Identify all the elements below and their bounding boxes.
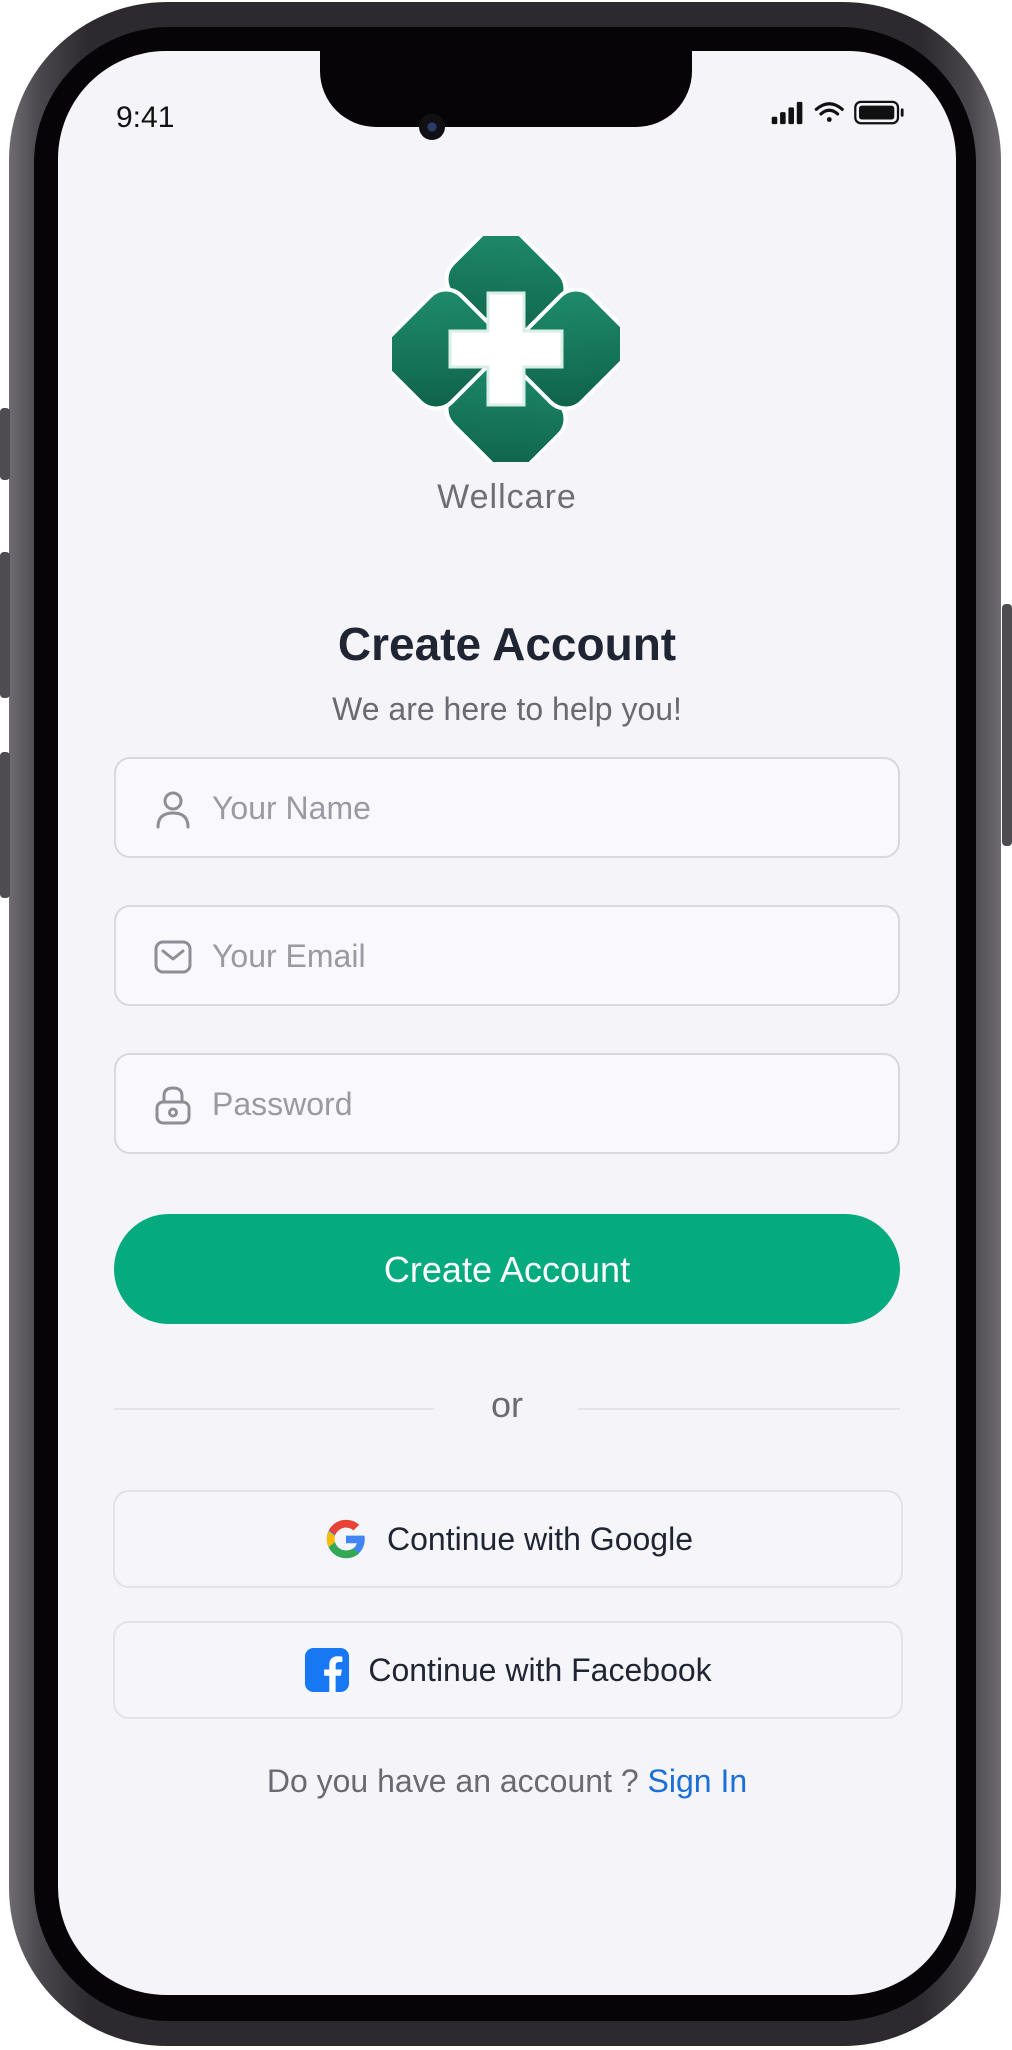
password-field[interactable] [114, 1053, 900, 1154]
page-title: Create Account [337, 618, 677, 670]
mail-icon [154, 940, 192, 974]
status-icons [771, 100, 904, 125]
signal-icon [771, 101, 803, 125]
name-input[interactable] [210, 759, 874, 858]
person-icon [156, 791, 190, 829]
silent-switch [0, 408, 10, 480]
email-field[interactable] [114, 905, 900, 1006]
wifi-icon [814, 102, 844, 122]
sign-in-link[interactable]: Sign In [648, 1763, 748, 1799]
volume-down-button [0, 752, 10, 898]
continue-with-facebook-button[interactable]: Continue with Facebook [113, 1621, 903, 1719]
google-icon [326, 1519, 365, 1559]
facebook-icon [305, 1647, 350, 1693]
notch [320, 51, 692, 127]
page-subtitle: We are here to help you! [332, 691, 682, 727]
wellcare-logo [392, 236, 620, 462]
front-camera [419, 114, 445, 140]
brand-name: Wellcare [437, 478, 577, 516]
create-account-button[interactable]: Create Account [114, 1214, 900, 1324]
name-field[interactable] [114, 757, 900, 858]
google-button-label: Continue with Google [387, 1520, 693, 1557]
password-input[interactable] [210, 1055, 874, 1154]
sign-in-prompt-text: Do you have an account ? [266, 1763, 639, 1799]
continue-with-google-button[interactable]: Continue with Google [113, 1490, 903, 1588]
divider-label: or [490, 1384, 523, 1425]
volume-up-button [0, 552, 10, 698]
sign-in-prompt: Do you have an account ? Sign In [58, 1763, 956, 1800]
lock-icon [155, 1086, 191, 1125]
facebook-button-label: Continue with Facebook [368, 1651, 712, 1688]
power-button [1002, 604, 1012, 846]
email-input[interactable] [210, 907, 874, 1006]
app-screen: 9:41 Wellcare Create Account We are here… [58, 51, 956, 1995]
status-time: 9:41 [116, 101, 175, 134]
battery-icon [854, 100, 904, 125]
